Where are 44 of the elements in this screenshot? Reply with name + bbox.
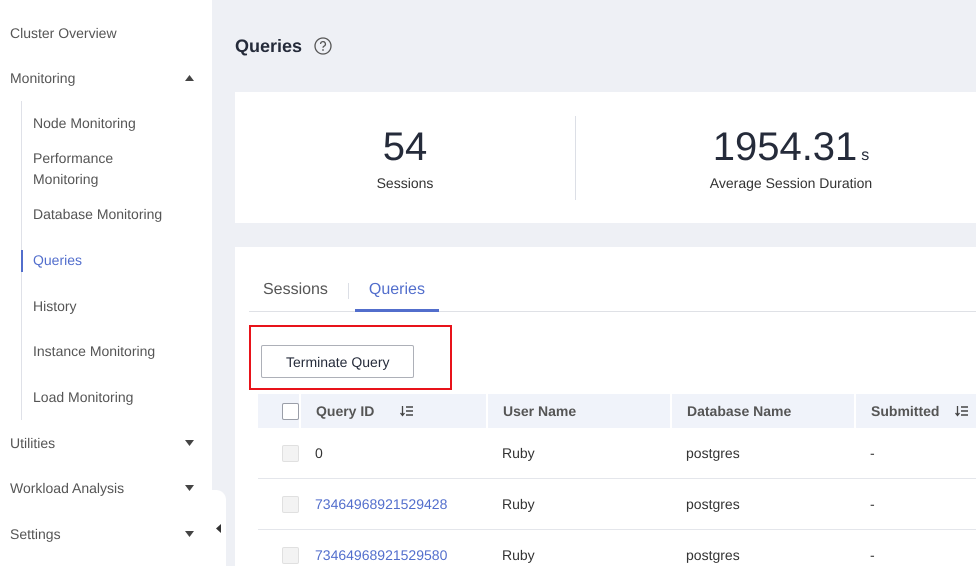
table-cell: Ruby — [502, 496, 535, 512]
sidebar-item[interactable]: History — [22, 284, 212, 329]
sort-icon[interactable] — [400, 405, 414, 417]
sidebar-item[interactable]: Workload Analysis — [0, 466, 212, 511]
sidebar-item[interactable]: Queries — [21, 250, 212, 272]
table-cell: Ruby — [502, 445, 535, 461]
caret-down-icon — [185, 440, 194, 446]
column-header: Database Name — [687, 403, 792, 419]
sidebar-item[interactable]: Performance Monitoring — [22, 146, 212, 192]
page-title: Queries — [235, 36, 302, 56]
terminate-query-button[interactable]: Terminate Query — [261, 345, 414, 378]
table-cell: 0 — [315, 445, 323, 461]
table-cell: postgres — [686, 547, 740, 563]
table-cell: postgres — [686, 496, 740, 512]
sidebar-item[interactable]: Instance Monitoring — [22, 329, 212, 374]
column-header: User Name — [503, 403, 576, 419]
column-header: Query ID — [316, 403, 374, 419]
sidebar-item[interactable]: Settings — [0, 511, 212, 556]
table-cell: - — [870, 445, 875, 461]
caret-down-icon — [185, 530, 194, 537]
sidebar-item[interactable]: Utilities — [0, 420, 212, 466]
column-header: Submitted — [871, 403, 940, 419]
stat-value: 1954.31 — [712, 124, 858, 168]
stat-label: Average Session Duration — [710, 174, 872, 190]
stat-unit: s — [861, 146, 870, 164]
sidebar-item[interactable]: Database Monitoring — [22, 192, 212, 238]
sidebar-item[interactable]: Monitoring — [0, 56, 212, 101]
checkbox[interactable] — [282, 402, 299, 420]
sidebar-item[interactable]: Node Monitoring — [22, 101, 212, 146]
table-cell: - — [870, 547, 875, 563]
stat-label: Sessions — [376, 174, 434, 190]
sidebar-item[interactable]: Load Monitoring — [22, 374, 212, 420]
tab[interactable]: Queries — [354, 272, 439, 312]
table-cell: Ruby — [502, 547, 535, 563]
sort-icon[interactable] — [955, 405, 970, 417]
tab[interactable]: Sessions — [249, 272, 342, 312]
caret-down-icon — [185, 485, 194, 492]
help-icon[interactable] — [314, 37, 332, 55]
sidebar-item[interactable]: Cluster Overview — [0, 10, 212, 56]
stat-value: 54 — [382, 124, 428, 168]
collapse-handle[interactable] — [210, 490, 226, 566]
table-cell: - — [870, 496, 875, 512]
table-cell: postgres — [686, 445, 740, 461]
caret-up-icon — [185, 75, 194, 82]
